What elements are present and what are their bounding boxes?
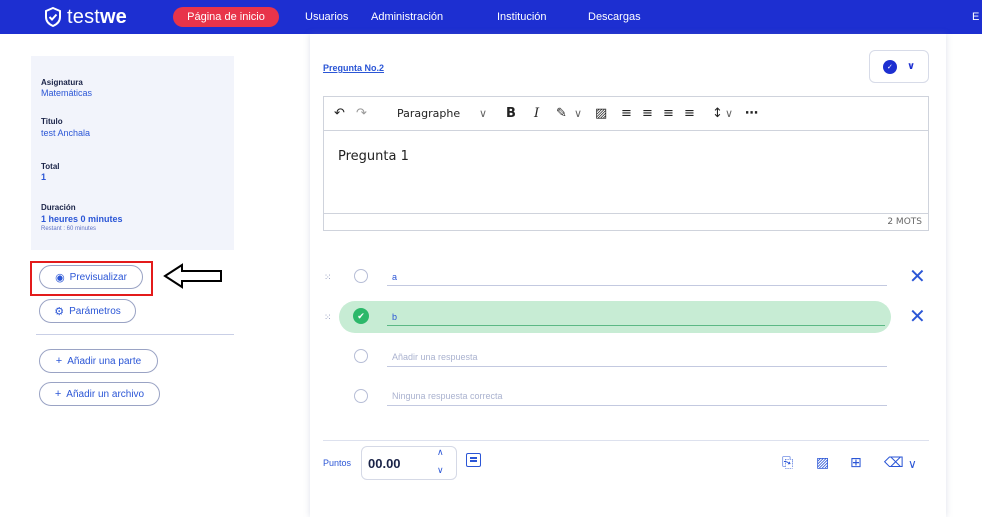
chevron-down-icon[interactable]: ∨ xyxy=(908,457,917,471)
align-left-icon[interactable]: ≡ xyxy=(621,106,632,121)
image-icon[interactable]: ▨ xyxy=(816,455,829,471)
align-right-icon[interactable]: ≡ xyxy=(663,106,674,121)
nav-administration[interactable]: Administración xyxy=(371,7,443,27)
editor-statusbar: 2 MOTS xyxy=(324,213,928,231)
add-file-button-label: Añadir un archivo xyxy=(66,388,145,400)
editor-toolbar: ↶ ↷ Paragraphe ∨ B I ✎ ∨ ▨ ≡ ≡ ≡ ≡ ↕ ∨ ⋯ xyxy=(324,97,928,131)
align-center-icon[interactable]: ≡ xyxy=(642,106,653,121)
gear-icon: ⚙ xyxy=(54,305,65,318)
nav-institution[interactable]: Institución xyxy=(497,7,547,27)
footer-divider xyxy=(323,440,929,441)
remaining-time: Restant : 60 minutes xyxy=(41,226,97,232)
trash-icon[interactable]: ⌫ xyxy=(884,455,904,471)
settings-button-label: Parámetros xyxy=(69,305,121,317)
line-height-icon[interactable]: ↕ xyxy=(712,106,723,121)
subject-value: Matemáticas xyxy=(41,88,93,98)
answer-text[interactable]: a xyxy=(392,272,397,282)
nav-home[interactable]: Página de inicio xyxy=(173,7,279,27)
logo-text-we: we xyxy=(100,5,127,28)
question-title[interactable]: Pregunta No.2 xyxy=(323,63,384,73)
subject-label: Asignatura xyxy=(41,78,83,87)
answer-underline xyxy=(387,285,887,286)
block-format-select[interactable]: Paragraphe xyxy=(397,107,460,120)
logo-text-test: test xyxy=(67,5,101,28)
add-file-button[interactable]: + Añadir un archivo xyxy=(39,382,160,406)
undo-icon[interactable]: ↶ xyxy=(334,106,345,121)
title-value: test Anchala xyxy=(41,128,91,138)
nav-downloads[interactable]: Descargas xyxy=(588,7,641,27)
points-label: Puntos xyxy=(323,458,352,468)
annotation-arrow-icon xyxy=(163,263,222,289)
drag-handle-icon[interactable]: ⁙ xyxy=(324,272,331,283)
chevron-down-icon[interactable]: ∨ xyxy=(437,465,444,476)
add-answer-input[interactable]: Añadir una respuesta xyxy=(392,352,478,362)
answer-underline xyxy=(387,325,885,326)
top-navbar: test we Página de inicio Usuarios Adminis… xyxy=(0,0,982,34)
close-icon[interactable]: ✕ xyxy=(909,264,926,288)
total-label: Total xyxy=(41,162,60,171)
question-editor[interactable]: ↶ ↷ Paragraphe ∨ B I ✎ ∨ ▨ ≡ ≡ ≡ ≡ ↕ ∨ ⋯… xyxy=(323,96,929,231)
check-circle-icon: ✓ xyxy=(882,59,897,74)
shield-check-icon xyxy=(45,7,61,27)
plus-icon: + xyxy=(55,355,63,367)
question-status-dropdown[interactable]: ✓ ∨ xyxy=(869,50,929,83)
total-value: 1 xyxy=(41,172,47,182)
chevron-down-icon: ∨ xyxy=(574,107,583,120)
title-label: Titulo xyxy=(41,117,63,126)
answer-text[interactable]: b xyxy=(392,312,397,322)
word-count: 2 MOTS xyxy=(887,217,922,227)
comment-icon[interactable] xyxy=(466,453,481,467)
answer-radio[interactable] xyxy=(354,349,368,363)
chevron-down-icon: ∨ xyxy=(906,61,916,72)
align-justify-icon[interactable]: ≡ xyxy=(684,106,695,121)
check-circle-icon[interactable]: ✔ xyxy=(353,308,369,324)
answer-underline xyxy=(387,405,887,406)
more-options-icon[interactable]: ⋯ xyxy=(745,106,758,121)
answer-radio[interactable] xyxy=(354,389,368,403)
highlight-color-icon[interactable]: ✎ xyxy=(556,106,567,121)
points-value[interactable]: 00.00 xyxy=(368,456,401,471)
plus-icon: + xyxy=(54,388,62,400)
settings-button[interactable]: ⚙ Parámetros xyxy=(39,299,136,323)
redo-icon[interactable]: ↷ xyxy=(356,106,367,121)
duration-value: 1 heures 0 minutes xyxy=(41,214,123,224)
chevron-down-icon: ∨ xyxy=(725,107,734,120)
add-part-button-label: Añadir una parte xyxy=(67,355,142,367)
sidebar-divider xyxy=(36,334,234,335)
nav-users[interactable]: Usuarios xyxy=(305,7,348,27)
answer-radio[interactable] xyxy=(354,269,368,283)
testwe-logo[interactable]: test we xyxy=(44,6,127,28)
close-icon[interactable]: ✕ xyxy=(909,304,926,328)
clipboard-icon[interactable]: ⎘ xyxy=(782,455,793,471)
image-icon[interactable]: ▨ xyxy=(595,106,607,121)
chevron-up-icon[interactable]: ∧ xyxy=(437,447,444,458)
bold-icon[interactable]: B xyxy=(506,106,516,121)
italic-icon[interactable]: I xyxy=(534,106,539,121)
no-correct-answer-option[interactable]: Ninguna respuesta correcta xyxy=(392,391,503,401)
add-part-button[interactable]: + Añadir una parte xyxy=(39,349,158,373)
highlight-box xyxy=(30,261,153,296)
answer-underline xyxy=(387,366,887,367)
drag-handle-icon[interactable]: ⁙ xyxy=(324,312,331,323)
chevron-down-icon: ∨ xyxy=(479,107,488,120)
exam-info-card: Asignatura Matemáticas Titulo test Ancha… xyxy=(31,56,234,250)
nav-truncated-item[interactable]: E xyxy=(972,7,979,27)
editor-content[interactable]: Pregunta 1 xyxy=(338,149,409,164)
duration-label: Duración xyxy=(41,203,76,212)
correct-answer-row xyxy=(339,301,891,333)
add-file-icon[interactable]: ⊞ xyxy=(850,455,862,471)
